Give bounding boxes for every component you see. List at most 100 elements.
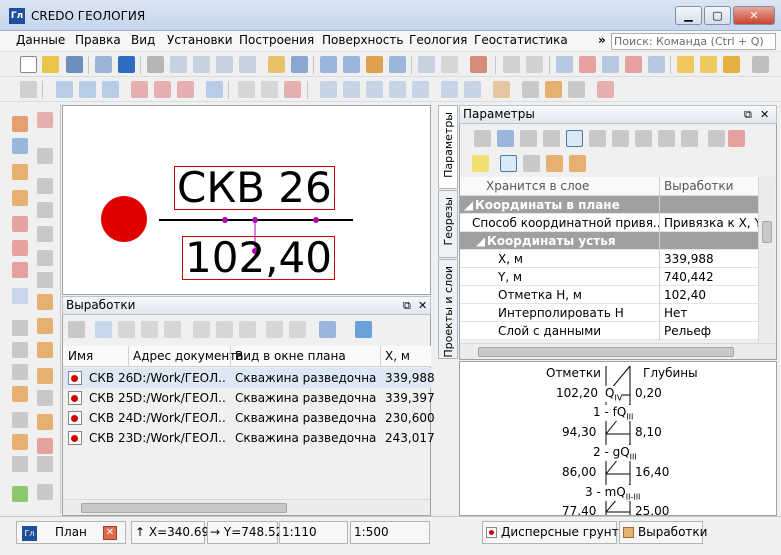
snap-line-icon[interactable] (648, 56, 665, 73)
more-tools-icon[interactable] (12, 456, 28, 472)
unlock-icon[interactable] (289, 321, 306, 338)
prop-row-y[interactable]: Y, м 740,442 (460, 268, 758, 286)
remove-icon[interactable] (37, 438, 53, 454)
calculator-icon[interactable] (68, 321, 85, 338)
col-x[interactable]: X, м (385, 349, 410, 363)
col-view[interactable]: Вид в окне плана (235, 349, 346, 363)
grid-icon[interactable] (12, 364, 28, 380)
menu-settings[interactable]: Установки (167, 33, 233, 47)
plan-tab-label[interactable]: План (55, 525, 87, 539)
stamp-icon[interactable] (37, 294, 53, 310)
maximize-button[interactable]: ▢ (704, 6, 731, 25)
node-2[interactable] (252, 217, 258, 223)
text-icon[interactable] (238, 81, 255, 98)
params-scroll-thumb[interactable] (762, 221, 772, 243)
edit-object-icon[interactable] (500, 155, 517, 172)
cut-icon[interactable] (12, 216, 28, 232)
clear-text-icon[interactable] (284, 81, 301, 98)
table-tool-icon[interactable] (12, 412, 28, 428)
node-3[interactable] (313, 217, 319, 223)
prop-row-x[interactable]: X, м 339,988 (460, 250, 758, 268)
route-icon[interactable] (37, 226, 53, 242)
well-profile-view[interactable]: Отметки Глубины 102,20 QIV 0,20 1 - fQII… (459, 361, 777, 516)
tab-parameters[interactable]: Параметры (438, 105, 458, 189)
prop-row-method[interactable]: Способ координатной привя... Привязка к … (460, 214, 758, 232)
merge-icon[interactable] (12, 240, 28, 256)
trim-icon[interactable] (177, 81, 194, 98)
params-scroll-thumb-h[interactable] (478, 347, 734, 357)
select-area-icon[interactable] (472, 155, 489, 172)
grid-snap-icon[interactable] (658, 130, 675, 147)
cursor-icon[interactable] (635, 130, 652, 147)
target-icon[interactable] (566, 130, 583, 147)
collapse-icon[interactable]: ◢ (476, 234, 485, 248)
lasso-icon[interactable] (320, 81, 337, 98)
info-icon[interactable] (118, 56, 135, 73)
report-icon[interactable] (723, 56, 740, 73)
params-vertical-scrollbar[interactable] (758, 177, 775, 342)
menu-constructions[interactable]: Построения (239, 33, 314, 47)
table-row[interactable]: СКВ 23 D:/Work/ГЕОЛ... Скважина разведоч… (63, 428, 435, 448)
collapse-icon[interactable]: ◢ (464, 198, 473, 212)
zoom-extent-icon[interactable] (216, 56, 233, 73)
transform-icon[interactable] (569, 155, 586, 172)
attach-icon[interactable] (37, 342, 53, 358)
params-horizontal-scrollbar[interactable] (460, 343, 776, 359)
fit-view-icon[interactable] (291, 56, 308, 73)
node-edit-icon[interactable] (37, 148, 53, 164)
prop-row-interpolate[interactable]: Интерполировать H Нет (460, 304, 758, 322)
delete-row-icon[interactable] (164, 321, 181, 338)
tab-georeze[interactable]: Георезы (438, 190, 458, 258)
new-file-icon[interactable] (20, 56, 37, 73)
zoom-in-icon[interactable] (170, 56, 187, 73)
col-name[interactable]: Имя (68, 349, 93, 363)
text-cursor-icon[interactable] (261, 81, 278, 98)
zoom-previous-icon[interactable] (239, 56, 256, 73)
scroll-up-icon[interactable] (366, 56, 383, 73)
table-row[interactable]: СКВ 25 D:/Work/ГЕОЛ... Скважина разведоч… (63, 388, 435, 408)
snap-edge-icon[interactable] (602, 56, 619, 73)
sort-icon[interactable] (193, 321, 210, 338)
profile-icon[interactable] (12, 190, 28, 206)
table-row[interactable]: СКВ 26 D:/Work/ГЕОЛ... Скважина разведоч… (63, 368, 435, 388)
point-icon[interactable] (20, 81, 37, 98)
toolbar-overflow-icon[interactable] (752, 56, 769, 73)
measure-icon[interactable] (37, 390, 53, 406)
highlighter-icon[interactable] (545, 81, 562, 98)
close-icon[interactable]: ✕ (760, 106, 769, 123)
add-point-icon[interactable] (37, 484, 53, 500)
node-1[interactable] (222, 217, 228, 223)
apply-icon[interactable] (474, 130, 491, 147)
snap-node-icon[interactable] (556, 56, 573, 73)
hatch-icon[interactable] (12, 320, 28, 336)
grounds-tab[interactable]: Дисперсные грунты (501, 525, 628, 539)
pick-point-icon[interactable] (612, 130, 629, 147)
redo-icon[interactable] (526, 56, 543, 73)
minimize-button[interactable]: ▁ (675, 6, 702, 25)
properties-icon[interactable] (216, 321, 233, 338)
table-row[interactable]: СКВ 24 D:/Work/ГЕОЛ... Скважина разведоч… (63, 408, 435, 428)
undo-icon[interactable] (503, 56, 520, 73)
save-icon[interactable] (66, 56, 83, 73)
split-icon[interactable] (12, 262, 28, 278)
back-icon[interactable] (497, 130, 514, 147)
select-icon[interactable] (418, 56, 435, 73)
search-object-icon[interactable] (677, 56, 694, 73)
draw-icon[interactable] (12, 386, 28, 402)
eraser-icon[interactable] (470, 56, 487, 73)
scroll-down-icon[interactable] (389, 56, 406, 73)
zoom-window-icon[interactable] (147, 56, 164, 73)
menu-view[interactable]: Вид (131, 33, 155, 47)
group-mouth-coordinates[interactable]: ◢ Координаты устья (460, 232, 758, 250)
camera-icon[interactable] (95, 56, 112, 73)
dimension-icon[interactable] (412, 81, 429, 98)
display-mode-icon[interactable] (355, 321, 372, 338)
pattern-icon[interactable] (12, 342, 28, 358)
ruler-icon[interactable] (12, 434, 28, 450)
find-icon[interactable] (95, 321, 112, 338)
check-tool-icon[interactable] (12, 486, 28, 502)
plan-view[interactable]: СКВ 26 102,40 (62, 105, 431, 295)
deselect-icon[interactable] (441, 56, 458, 73)
menu-data[interactable]: Данные (16, 33, 65, 47)
snap-center-icon[interactable] (589, 130, 606, 147)
